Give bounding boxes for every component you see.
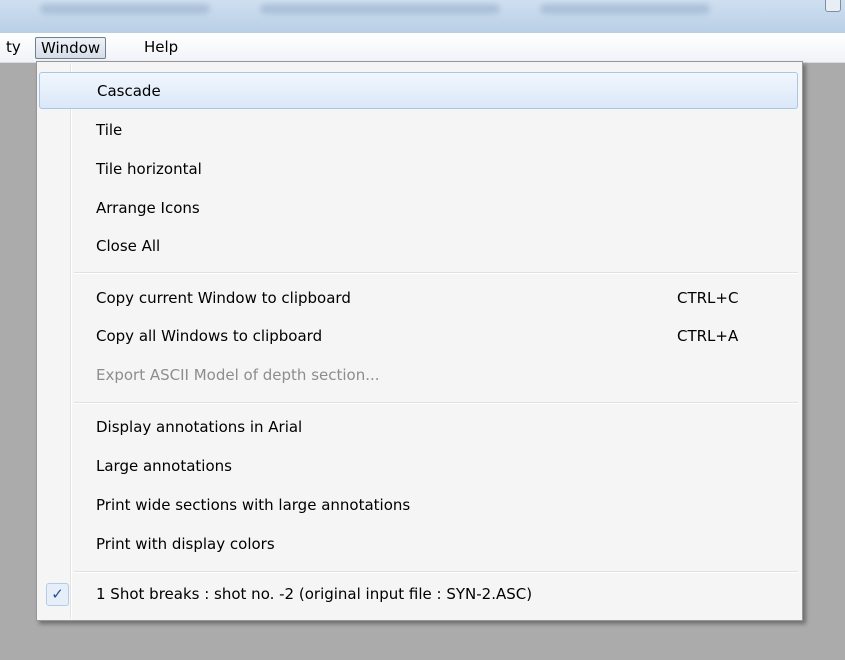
menu-separator	[74, 402, 798, 404]
menu-item-print-display-colors[interactable]: Print with display colors	[39, 526, 798, 563]
menu-item-label: Tile horizontal	[96, 160, 202, 178]
title-text-blurred	[540, 4, 710, 14]
menubar-item-property[interactable]: ty	[2, 37, 25, 58]
menu-item-arrange-icons[interactable]: Arrange Icons	[39, 190, 798, 227]
menu-separator	[74, 571, 798, 573]
menubar-item-window[interactable]: Window	[35, 37, 107, 59]
menu-item-label: Copy current Window to clipboard	[96, 289, 351, 307]
menu-item-close-all[interactable]: Close All	[39, 228, 798, 265]
menu-bar: ty Window Help	[0, 33, 845, 63]
menu-item-copy-current-window[interactable]: Copy current Window to clipboard CTRL+C	[39, 280, 798, 317]
title-text-blurred	[40, 4, 210, 14]
menu-item-label: Large annotations	[96, 457, 232, 475]
menu-item-label: Tile	[96, 121, 123, 139]
menu-item-cascade[interactable]: Cascade	[39, 72, 798, 109]
menu-item-export-ascii-model: Export ASCII Model of depth section...	[39, 357, 798, 394]
menu-item-label: Print with display colors	[96, 535, 275, 553]
menu-item-label: Print wide sections with large annotatio…	[96, 496, 411, 514]
menu-item-label: Copy all Windows to clipboard	[96, 327, 323, 345]
menu-item-tile-horizontal[interactable]: Tile horizontal	[39, 151, 798, 188]
menu-item-copy-all-windows[interactable]: Copy all Windows to clipboard CTRL+A	[39, 318, 798, 355]
menu-item-open-window-1[interactable]: ✓ 1 Shot breaks : shot no. -2 (original …	[39, 576, 798, 613]
menu-item-label: Export ASCII Model of depth section...	[96, 366, 380, 384]
menu-item-shortcut: CTRL+C	[677, 289, 739, 307]
menu-item-label: Display annotations in Arial	[96, 418, 303, 436]
window-menu-dropdown: Cascade Tile Tile horizontal Arrange Ico…	[36, 61, 803, 621]
title-bar	[0, 0, 845, 33]
menu-item-large-annotations[interactable]: Large annotations	[39, 448, 798, 485]
menu-item-print-wide-sections[interactable]: Print wide sections with large annotatio…	[39, 487, 798, 524]
title-text-blurred	[260, 4, 500, 14]
menu-item-label: Arrange Icons	[96, 199, 200, 217]
menubar-item-help[interactable]: Help	[140, 37, 182, 58]
menu-item-shortcut: CTRL+A	[677, 327, 739, 345]
menu-item-display-annotations-arial[interactable]: Display annotations in Arial	[39, 409, 798, 446]
checkmark-icon: ✓	[46, 583, 69, 606]
menu-item-label: 1 Shot breaks : shot no. -2 (original in…	[96, 585, 533, 603]
menu-separator	[74, 272, 798, 274]
menu-item-tile[interactable]: Tile	[39, 112, 798, 149]
menu-item-label: Close All	[96, 237, 161, 255]
menu-item-label: Cascade	[97, 82, 161, 100]
window-control-button[interactable]	[825, 0, 841, 12]
